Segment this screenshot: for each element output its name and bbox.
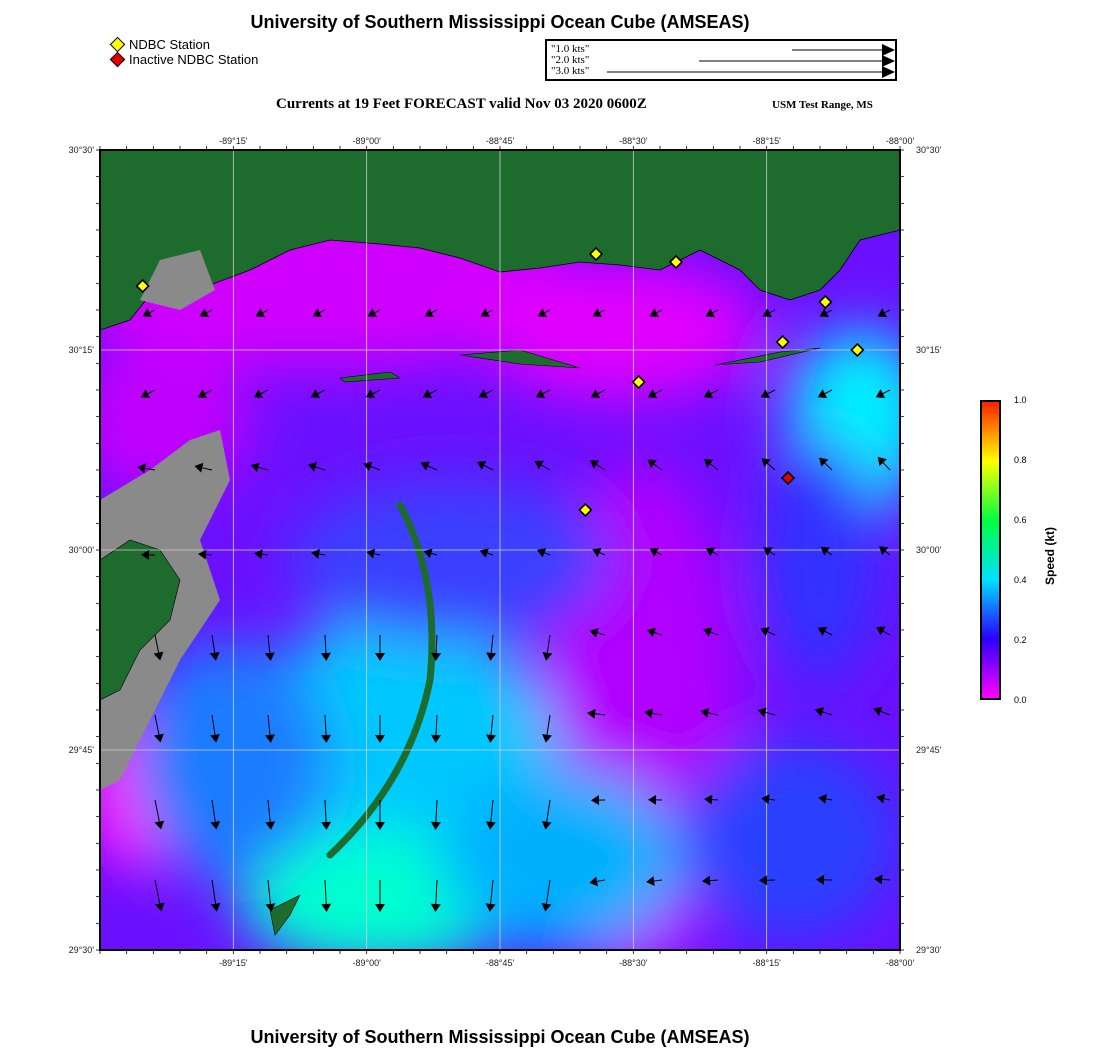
lon-tick-label-top: -89°15' bbox=[219, 136, 248, 146]
colorbar-label: Speed (kt) bbox=[1043, 526, 1057, 585]
colorbar-tick-label: 0.2 bbox=[1014, 635, 1027, 645]
lon-tick-label-bottom: -88°00' bbox=[886, 958, 915, 968]
lon-tick-label-bottom: -89°00' bbox=[352, 958, 381, 968]
lat-tick-label-right: 30°00' bbox=[916, 545, 942, 555]
lat-tick-label-left: 30°00' bbox=[69, 545, 95, 555]
lon-tick-label-top: -88°30' bbox=[619, 136, 648, 146]
lat-tick-label-left: 29°45' bbox=[69, 745, 95, 755]
current-map[interactable]: -89°15' -89°15' -89°00' -89°00' -88°45' -88°4… bbox=[0, 0, 1100, 1000]
lat-tick-label-left: 29°30' bbox=[69, 945, 95, 955]
colorbar-tick-label: 0.4 bbox=[1014, 575, 1027, 585]
colorbar-gradient bbox=[980, 400, 1001, 700]
footer-title: University of Southern Mississippi Ocean… bbox=[250, 1027, 750, 1047]
lat-tick-label-right: 29°45' bbox=[916, 745, 942, 755]
lon-tick-label-bottom: -88°15' bbox=[752, 958, 781, 968]
lat-tick-label-right: 30°30' bbox=[916, 145, 942, 155]
lat-tick-label-left: 30°15' bbox=[69, 345, 95, 355]
colorbar-tick-label: 0.8 bbox=[1014, 455, 1027, 465]
colorbar-tick-label: 1.0 bbox=[1014, 395, 1027, 405]
lat-tick-label-left: 30°30' bbox=[69, 145, 95, 155]
lon-tick-label-bottom: -89°15' bbox=[219, 958, 248, 968]
colorbar bbox=[980, 400, 1001, 700]
lon-tick-label-top: -89°00' bbox=[352, 136, 381, 146]
lon-tick-label-top: -88°45' bbox=[486, 136, 515, 146]
lon-tick-label-bottom: -88°45' bbox=[486, 958, 515, 968]
lon-tick-label-top: -88°15' bbox=[752, 136, 781, 146]
colorbar-tick-label: 0.6 bbox=[1014, 515, 1027, 525]
lon-tick-label-top: -88°00' bbox=[886, 136, 915, 146]
colorbar-tick-label: 0.0 bbox=[1014, 695, 1027, 705]
lat-tick-label-right: 30°15' bbox=[916, 345, 942, 355]
speed-field bbox=[100, 150, 900, 950]
lon-tick-label-bottom: -88°30' bbox=[619, 958, 648, 968]
lat-tick-label-right: 29°30' bbox=[916, 945, 942, 955]
